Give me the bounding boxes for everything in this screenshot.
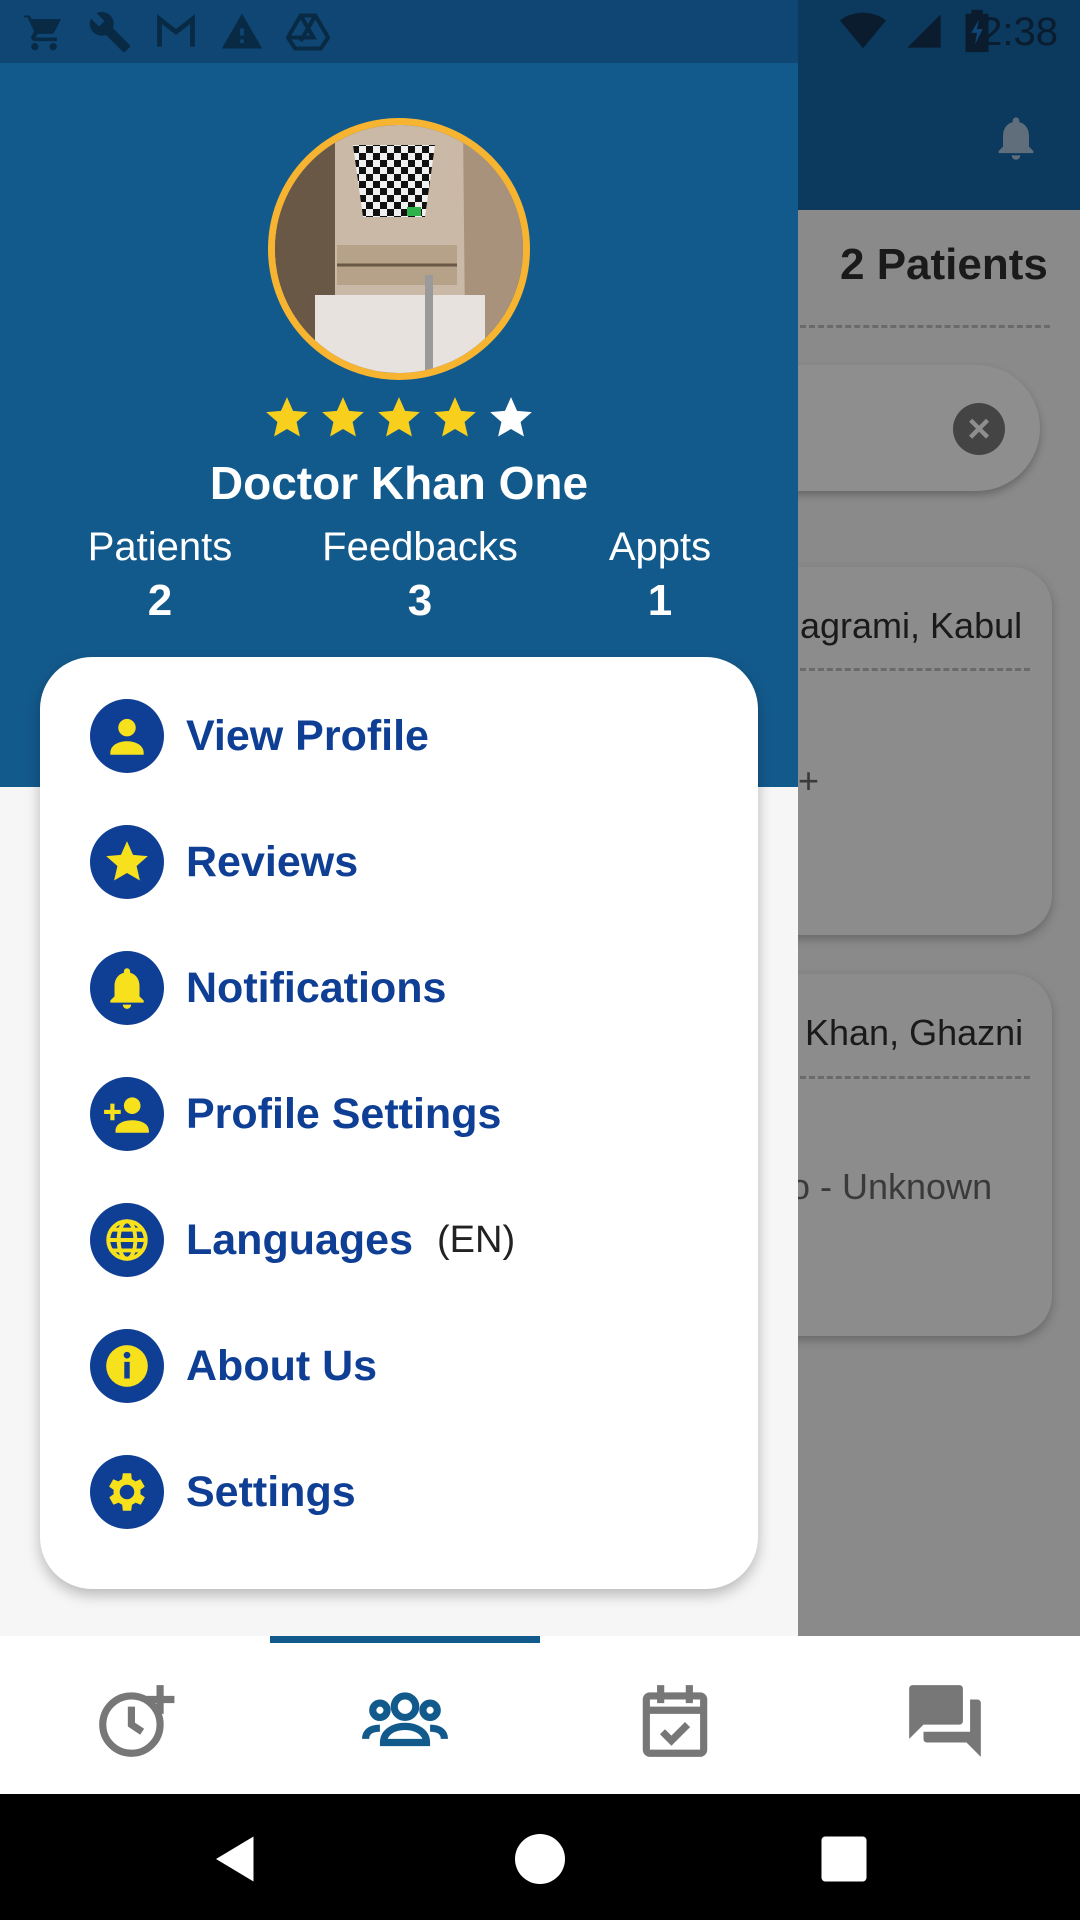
menu-item-about-us[interactable]: About Us: [90, 1321, 730, 1411]
stat-label: Appts: [608, 525, 712, 569]
person-icon: [90, 699, 164, 773]
menu-label: Notifications: [186, 963, 447, 1012]
menu-item-languages[interactable]: Languages (EN): [90, 1195, 730, 1285]
menu-item-notifications[interactable]: Notifications: [90, 943, 730, 1033]
menu-label: Reviews: [186, 837, 359, 886]
person-add-icon: [90, 1077, 164, 1151]
menu-label: Languages: [186, 1215, 413, 1264]
home-icon[interactable]: [510, 1829, 570, 1889]
star-filled-icon: [378, 397, 420, 437]
clock-add-icon: [99, 1685, 175, 1757]
stat-label: Feedbacks: [322, 525, 518, 569]
back-icon[interactable]: [206, 1829, 266, 1889]
menu-item-profile-settings[interactable]: Profile Settings: [90, 1069, 730, 1159]
patient-card-detail: +: [798, 760, 820, 801]
drive-icon: [286, 13, 330, 51]
chat-icon: [909, 1685, 981, 1757]
stat-patients: Patients 2: [60, 525, 260, 626]
bell-icon: [90, 951, 164, 1025]
star-filled-icon: [434, 397, 476, 437]
menu-item-view-profile[interactable]: View Profile: [90, 691, 730, 781]
menu-label: Profile Settings: [186, 1089, 502, 1138]
star-icon: [90, 825, 164, 899]
patient-card-location: agrami, Kabul: [800, 605, 1023, 646]
system-navigation-bar: [0, 1794, 1080, 1920]
stat-appts: Appts 1: [570, 525, 750, 626]
language-code: (EN): [437, 1218, 516, 1261]
recents-icon[interactable]: [814, 1829, 874, 1889]
nav-tab-history[interactable]: [0, 1656, 270, 1786]
menu-item-settings[interactable]: Settings: [90, 1447, 730, 1537]
menu-label: View Profile: [186, 711, 429, 760]
menu-item-reviews[interactable]: Reviews: [90, 817, 730, 907]
nav-tab-patients[interactable]: [270, 1656, 540, 1786]
patient-card-detail: o - Unknown: [790, 1166, 993, 1207]
avatar[interactable]: [268, 118, 530, 380]
menu-label: Settings: [186, 1467, 356, 1516]
clear-search-icon[interactable]: ×: [953, 403, 1005, 455]
gear-icon: [90, 1455, 164, 1529]
stat-value: 1: [647, 576, 673, 625]
nav-tab-chat[interactable]: [810, 1656, 1080, 1786]
status-bar: 2:38: [0, 0, 1080, 63]
star-empty-icon: [490, 397, 532, 437]
profile-photo: [275, 125, 523, 373]
status-bar-left: [0, 0, 798, 63]
bell-icon[interactable]: [990, 110, 1042, 166]
wrench-icon: [89, 12, 131, 53]
menu-label: About Us: [186, 1341, 378, 1390]
divider: [800, 668, 1030, 671]
people-icon: [362, 1692, 448, 1747]
star-filled-icon: [322, 397, 364, 437]
patient-card-location: Khan, Ghazni: [805, 1012, 1024, 1053]
info-icon: [90, 1329, 164, 1403]
star-filled-icon: [266, 397, 308, 437]
globe-icon: [90, 1203, 164, 1277]
stat-value: 2: [147, 576, 173, 625]
bottom-navigation: [0, 1636, 1080, 1794]
stat-feedbacks: Feedbacks 3: [300, 525, 540, 626]
rating-stars: [262, 393, 536, 443]
navigation-drawer: Doctor Khan One Patients 2 Feedbacks 3 A…: [0, 63, 798, 1636]
gmail-icon: [157, 14, 195, 47]
calendar-check-icon: [642, 1685, 708, 1757]
shopping-cart-icon: [23, 13, 62, 51]
doctor-name: Doctor Khan One: [209, 457, 589, 509]
divider: [800, 1076, 1030, 1079]
stat-label: Patients: [87, 525, 233, 569]
divider: [800, 325, 1050, 328]
wifi-icon: [840, 12, 886, 49]
nav-tab-appointments[interactable]: [540, 1656, 810, 1786]
status-time: 2:38: [980, 10, 1058, 54]
stat-value: 3: [407, 576, 433, 625]
active-tab-indicator: [270, 1636, 540, 1643]
drawer-menu: View Profile Reviews Notifications Profi…: [40, 657, 758, 1589]
warning-icon: [221, 13, 263, 49]
patients-count: 2 Patients: [840, 240, 1048, 289]
cell-signal-icon: [907, 14, 941, 48]
